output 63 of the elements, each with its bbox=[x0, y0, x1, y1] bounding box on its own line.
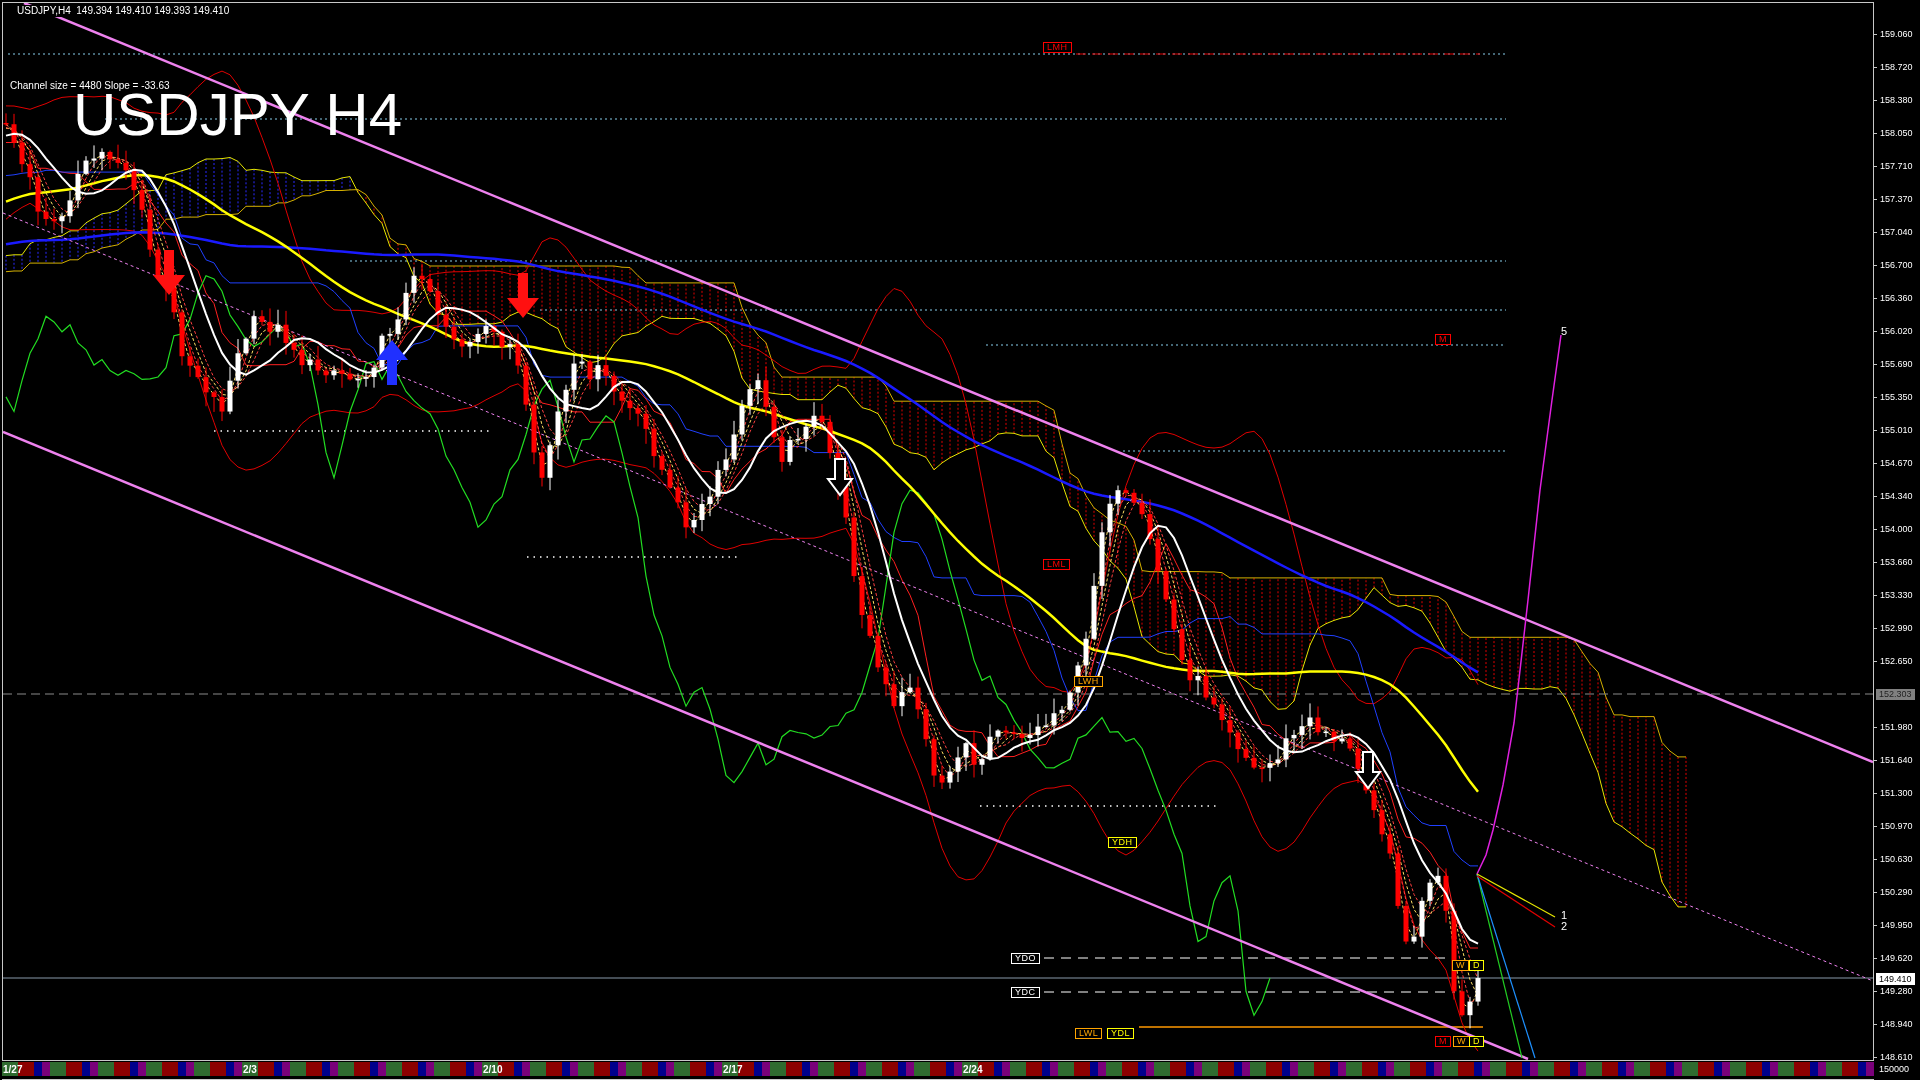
price-axis-label: 151.640 bbox=[1874, 754, 1913, 766]
projection-label: 2 bbox=[1561, 921, 1568, 932]
price-axis-label: 154.340 bbox=[1874, 490, 1913, 502]
price-axis-label: 157.040 bbox=[1874, 226, 1913, 238]
price-axis-label: 155.350 bbox=[1874, 391, 1913, 403]
price-axis-label: 151.300 bbox=[1874, 787, 1913, 799]
price-axis-label: 157.710 bbox=[1874, 160, 1913, 172]
price-axis-label: 150.970 bbox=[1874, 820, 1913, 832]
level-label: LWH bbox=[1074, 676, 1103, 687]
price-tag: 152.303 bbox=[1876, 688, 1915, 700]
projection-label: 5 bbox=[1561, 326, 1568, 337]
level-label: YDO bbox=[1011, 953, 1040, 964]
symbol-info-text: USDJPY,H4 149.394 149.410 149.393 149.410 bbox=[17, 5, 232, 17]
hollow-down-arrow-icon bbox=[1354, 751, 1382, 790]
scale-label: 150000 bbox=[1878, 1063, 1911, 1076]
price-axis-label: 154.000 bbox=[1874, 523, 1913, 535]
price-axis-label: 156.020 bbox=[1874, 325, 1913, 337]
price-axis-label: 150.290 bbox=[1874, 886, 1913, 898]
price-axis-label: 158.380 bbox=[1874, 94, 1913, 106]
price-axis-label: 159.060 bbox=[1874, 28, 1913, 40]
level-label: YDC bbox=[1011, 987, 1040, 998]
price-axis-label: 148.940 bbox=[1874, 1018, 1913, 1030]
up-arrow-icon bbox=[376, 340, 408, 385]
date-axis-label: 2/3 bbox=[243, 1064, 257, 1076]
price-axis-label: 151.980 bbox=[1874, 721, 1913, 733]
date-axis-label: 2/10 bbox=[483, 1064, 503, 1076]
hollow-down-arrow-icon bbox=[826, 458, 854, 497]
level-label: M bbox=[1435, 1036, 1451, 1047]
level-label: D bbox=[1469, 960, 1484, 971]
price-axis-label: 155.010 bbox=[1874, 424, 1913, 436]
price-axis-label: 153.660 bbox=[1874, 556, 1913, 568]
projection-label: 1 bbox=[1561, 910, 1568, 921]
price-axis-label: 149.620 bbox=[1874, 952, 1913, 964]
down-arrow-icon bbox=[507, 273, 539, 318]
price-tag: 149.410 bbox=[1876, 973, 1915, 985]
price-axis-label: 149.280 bbox=[1874, 985, 1913, 997]
level-label: D bbox=[1469, 1036, 1484, 1047]
price-axis-label: 156.360 bbox=[1874, 292, 1913, 304]
price-axis-label: 148.610 bbox=[1874, 1051, 1913, 1063]
level-label: LMH bbox=[1043, 42, 1072, 53]
price-axis-label: 158.720 bbox=[1874, 61, 1913, 73]
price-axis-label: 153.330 bbox=[1874, 589, 1913, 601]
price-axis-label: 149.950 bbox=[1874, 919, 1913, 931]
level-label: M bbox=[1435, 334, 1451, 345]
price-axis-label: 155.690 bbox=[1874, 358, 1913, 370]
price-axis-label: 150.630 bbox=[1874, 853, 1913, 865]
price-axis-label: 154.670 bbox=[1874, 457, 1913, 469]
date-axis-label: 2/17 bbox=[723, 1064, 743, 1076]
price-axis-label: 156.700 bbox=[1874, 259, 1913, 271]
date-axis-label: 1/27 bbox=[3, 1064, 23, 1076]
price-axis-label: 152.990 bbox=[1874, 622, 1913, 634]
level-label: YDL bbox=[1107, 1028, 1134, 1039]
channel-info-text: Channel size = 4480 Slope = -33.63 bbox=[10, 80, 170, 92]
date-axis-label: 2/24 bbox=[963, 1064, 983, 1076]
price-axis-label: 157.370 bbox=[1874, 193, 1913, 205]
level-label: W bbox=[1452, 960, 1469, 971]
level-label: LWL bbox=[1075, 1028, 1103, 1039]
level-label: YDH bbox=[1108, 837, 1137, 848]
down-arrow-icon bbox=[153, 250, 185, 295]
price-axis-label: 152.650 bbox=[1874, 655, 1913, 667]
chart-title: USDJPY H4 bbox=[73, 93, 402, 137]
level-label: LML bbox=[1043, 559, 1070, 570]
price-axis-label: 158.050 bbox=[1874, 127, 1913, 139]
